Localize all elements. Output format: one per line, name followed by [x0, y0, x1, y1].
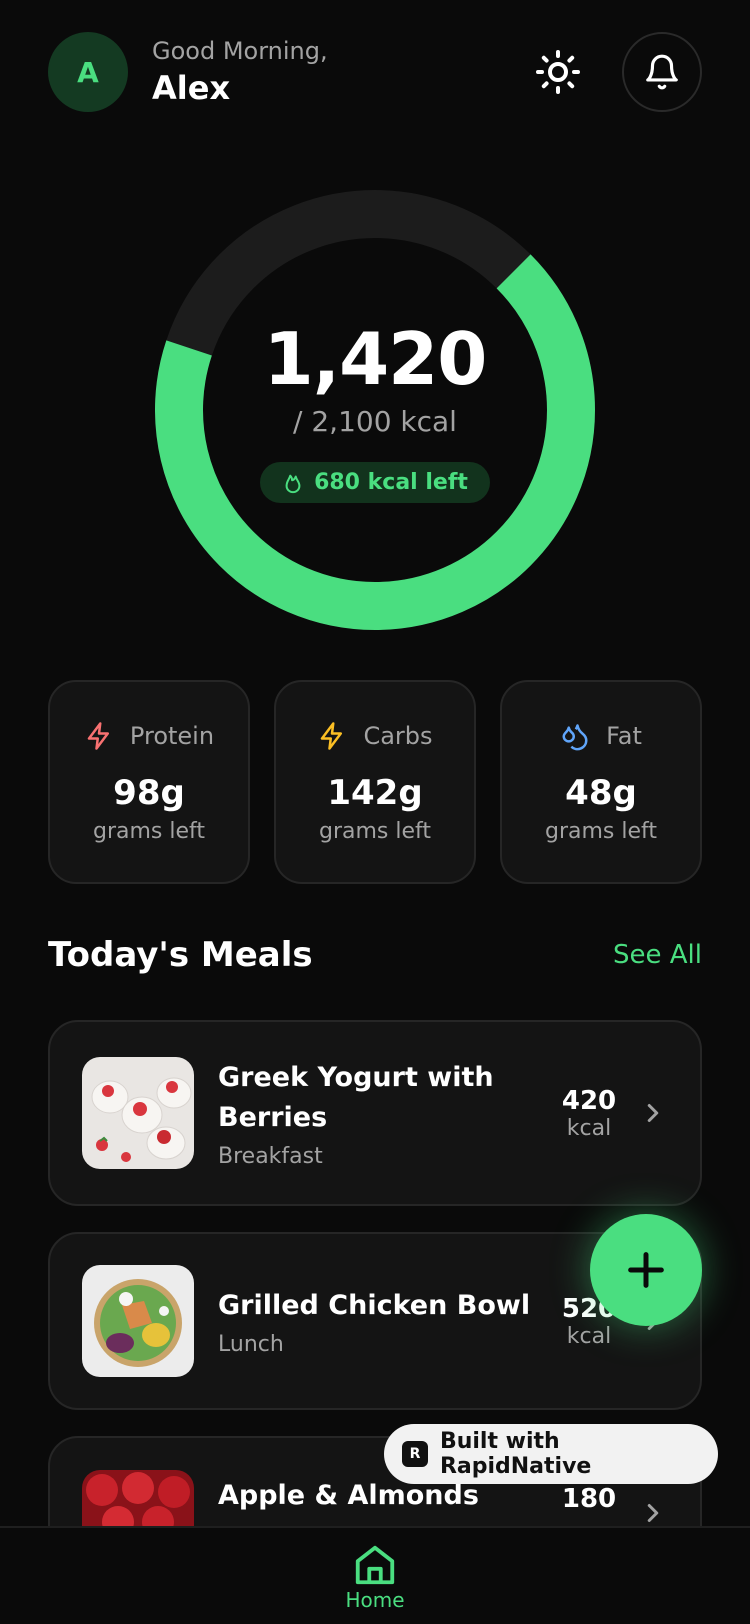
tab-home-label: Home — [345, 1588, 405, 1612]
calories-left-badge: 680 kcal left — [260, 462, 490, 503]
rapidnative-logo-icon: R — [402, 1441, 428, 1467]
badge-label: Built with RapidNative — [439, 1429, 592, 1479]
sun-icon — [536, 50, 580, 94]
macro-value: 48g — [565, 772, 637, 813]
greeting-block: Good Morning, Alex — [152, 37, 328, 107]
built-with-badge[interactable]: R Built with RapidNative — [384, 1424, 718, 1484]
calories-goal: / 2,100 kcal — [293, 405, 457, 438]
macro-header: Fat — [560, 721, 642, 751]
kcal-value: 180 — [561, 1484, 617, 1514]
calorie-ring: 1,420 / 2,100 kcal 680 kcal left — [154, 189, 595, 630]
meal-calories: 420 kcal — [554, 1086, 624, 1141]
macro-value: 142g — [327, 772, 423, 813]
macro-card-protein[interactable]: Protein 98g grams left — [48, 680, 250, 884]
add-meal-button[interactable] — [590, 1214, 702, 1326]
bolt-icon — [87, 721, 109, 750]
kcal-unit: kcal — [566, 1323, 612, 1349]
macro-sub: grams left — [544, 818, 657, 844]
macro-card-carbs[interactable]: Carbs 142g grams left — [274, 680, 476, 884]
calories-consumed: 1,420 — [263, 317, 488, 401]
avatar[interactable]: A — [48, 32, 128, 112]
header-actions — [518, 32, 702, 112]
macro-header: Protein — [84, 721, 214, 751]
chevron-right-icon — [647, 1104, 659, 1122]
macro-sub: grams left — [92, 818, 205, 844]
notifications-button[interactable] — [622, 32, 702, 112]
meals-section-header: Today's Meals See All — [48, 935, 702, 975]
greeting-text: Good Morning, — [152, 37, 328, 65]
meal-calories: 180 — [554, 1484, 624, 1514]
plus-icon — [628, 1252, 664, 1288]
meal-name-line: Berries — [218, 1101, 328, 1133]
meal-thumbnail — [82, 1057, 194, 1169]
meal-name: Greek Yogurt with Berries — [218, 1058, 554, 1138]
flame-icon — [285, 474, 301, 493]
meal-info: Greek Yogurt with Berries Breakfast — [218, 1058, 554, 1169]
kcal-unit: kcal — [566, 1115, 612, 1141]
macro-card-fat[interactable]: Fat 48g grams left — [500, 680, 702, 884]
meal-thumbnail — [82, 1265, 194, 1377]
section-title: Today's Meals — [48, 935, 313, 975]
macro-header: Carbs — [317, 721, 433, 751]
macro-name: Protein — [129, 721, 215, 750]
theme-toggle-button[interactable] — [518, 32, 598, 112]
bell-icon — [646, 54, 678, 90]
macro-value: 98g — [113, 772, 185, 813]
user-name: Alex — [152, 69, 231, 107]
header: A Good Morning, Alex — [48, 32, 702, 112]
bottom-tab-bar: Home — [0, 1526, 750, 1624]
drops-icon — [562, 723, 588, 750]
macro-sub: grams left — [318, 818, 431, 844]
meal-name: Grilled Chicken Bowl — [218, 1289, 531, 1321]
meal-name-line: Greek Yogurt with — [218, 1061, 494, 1093]
meal-card-breakfast[interactable]: Greek Yogurt with Berries Breakfast 420 … — [48, 1020, 702, 1206]
calorie-summary: 1,420 / 2,100 kcal 680 kcal left — [155, 190, 595, 630]
see-all-link[interactable]: See All — [613, 940, 702, 970]
meal-type: Lunch — [218, 1331, 284, 1357]
meal-info: Grilled Chicken Bowl Lunch — [218, 1286, 554, 1357]
macro-name: Fat — [606, 721, 642, 750]
tab-home[interactable]: Home — [345, 1528, 405, 1624]
bolt-icon — [321, 721, 343, 750]
macro-name: Carbs — [363, 721, 433, 750]
home-icon — [355, 1545, 395, 1585]
meal-type: Breakfast — [218, 1143, 323, 1169]
chevron-right-icon — [647, 1504, 659, 1522]
macros-row: Protein 98g grams left Carbs 142g grams … — [48, 680, 702, 884]
calories-left-text: 680 kcal left — [314, 470, 468, 495]
kcal-value: 420 — [561, 1085, 617, 1116]
